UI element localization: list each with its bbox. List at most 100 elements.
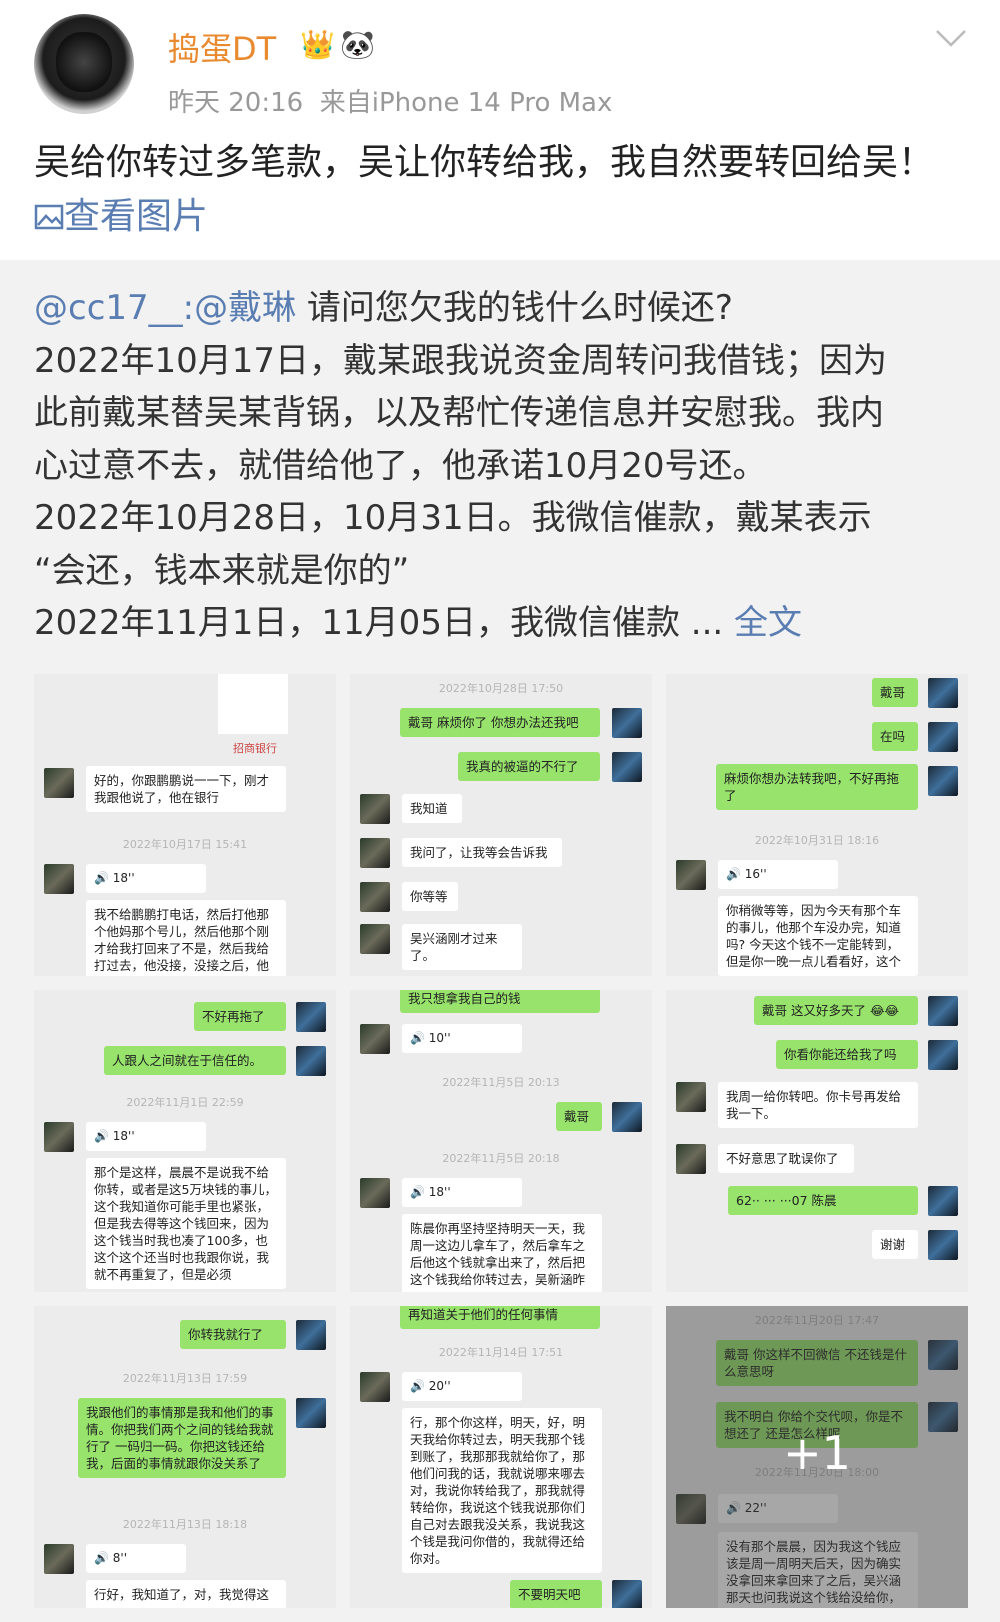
message-bubble: 你等等 xyxy=(402,882,458,911)
view-images-link[interactable]: 查看图片 xyxy=(34,196,208,237)
image-icon xyxy=(34,204,64,230)
bank-label: 招商银行 xyxy=(233,742,277,755)
timestamp: 2022年10月31日 18:16 xyxy=(754,834,880,847)
message-bubble: 在吗 xyxy=(872,722,918,751)
repost-line-6: 2022年11月1日，11月05日，我微信催款 ... xyxy=(34,603,724,643)
crown-icon: 👑 xyxy=(300,28,335,61)
voice-duration: 18'' xyxy=(428,1185,451,1199)
message-bubble: 不好意思了耽误你了 xyxy=(718,1144,854,1173)
repost-text: @cc17__:@戴琳 请问您欠我的钱什么时候还? 2022年10月17日，戴某… xyxy=(34,282,974,650)
receipt-thumbnail xyxy=(218,674,288,734)
message-bubble: 我只想拿我自己的钱 xyxy=(400,990,600,1013)
message-bubble: 你看你能还给我了吗 xyxy=(776,1040,918,1069)
voice-duration: 8'' xyxy=(112,1551,127,1565)
contact-avatar xyxy=(360,1372,390,1402)
message-bubble: 好的，你跟鹏鹏说一一下，刚才我跟他说了，他在银行 xyxy=(86,766,286,812)
chat-image-2[interactable]: 2022年10月28日 17:50 戴哥 麻烦你了 你想办法还我吧 我真的被逼的… xyxy=(350,674,652,976)
voice-duration: 16'' xyxy=(744,867,767,881)
repost-line-3: 心过意不去，就借给他了，他承诺10月20号还。 xyxy=(34,445,767,486)
more-images-count: +1 xyxy=(783,1426,851,1480)
contact-avatar xyxy=(676,860,706,890)
message-bubble: 戴哥 麻烦你了 你想办法还我吧 xyxy=(400,708,600,737)
message-bubble: 我周一给你转吧。你卡号再发给我一下。 xyxy=(718,1082,918,1128)
my-avatar xyxy=(612,708,642,738)
contact-avatar xyxy=(360,1024,390,1054)
chat-image-5[interactable]: 我只想拿我自己的钱 🔊 10'' 2022年11月5日 20:13 戴哥 202… xyxy=(350,990,652,1292)
my-avatar xyxy=(928,1186,958,1216)
timestamp: 2022年11月13日 18:18 xyxy=(122,1518,248,1531)
contact-avatar xyxy=(676,1082,706,1112)
chat-image-3[interactable]: 戴哥 在吗 麻烦你想办法转我吧，不好再拖了 2022年10月31日 18:16 … xyxy=(666,674,968,976)
chat-image-4[interactable]: 不好再拖了 人跟人之间就在于信任的。 2022年11月1日 22:59 🔊 18… xyxy=(34,990,336,1292)
voice-duration: 18'' xyxy=(112,1129,135,1143)
message-bubble: 我知道 xyxy=(402,794,462,823)
my-avatar xyxy=(296,1320,326,1350)
voice-message[interactable]: 🔊 10'' xyxy=(402,1024,522,1053)
post-time: 昨天 20:16 xyxy=(168,88,304,118)
panda-icon: 🐼 xyxy=(340,28,375,61)
voice-duration: 20'' xyxy=(428,1379,451,1393)
message-bubble: 戴哥 这又好多天了 😂😂 xyxy=(754,996,918,1025)
timestamp: 2022年11月5日 20:18 xyxy=(442,1152,560,1165)
contact-avatar xyxy=(44,1122,74,1152)
repost-line-1: 2022年10月17日，戴某跟我说资金周转问我借钱；因为 xyxy=(34,340,888,381)
my-avatar xyxy=(928,996,958,1026)
voice-message[interactable]: 🔊 18'' xyxy=(86,1122,206,1151)
contact-avatar xyxy=(360,1178,390,1208)
my-avatar xyxy=(296,1002,326,1032)
contact-avatar xyxy=(44,864,74,894)
message-bubble: 你转我就行了 xyxy=(180,1320,286,1349)
repost-line-2: 此前戴某替吴某背锅，以及帮忙传递信息并安慰我。我内 xyxy=(34,393,884,433)
message-bubble: 我真的被逼的不行了 xyxy=(458,752,600,781)
post-text: 吴给你转过多笔款，吴让你转给我，我自然要转回给吴！ 查看图片 xyxy=(34,136,974,244)
message-bubble: 不好再拖了 xyxy=(194,1002,286,1031)
message-bubble: 那个是这样，晨晨不是说我不给你转，或者是这5万块钱的事儿，这个我知道你可能手里也… xyxy=(86,1158,286,1289)
voice-duration: 18'' xyxy=(112,871,135,885)
message-bubble: 不要明天吧 xyxy=(510,1580,602,1608)
contact-avatar xyxy=(360,794,390,824)
chevron-down-icon[interactable] xyxy=(934,26,968,50)
message-bubble: 谢谢 xyxy=(872,1230,918,1259)
view-images-label: 查看图片 xyxy=(64,196,209,237)
user-avatar[interactable] xyxy=(34,14,134,114)
voice-message[interactable]: 🔊 16'' xyxy=(718,860,838,889)
voice-message[interactable]: 🔊 20'' xyxy=(402,1372,522,1401)
contact-avatar xyxy=(44,768,74,798)
card-number-bubble: 62·· ··· ···07 陈晨 xyxy=(728,1186,918,1215)
mention-dailin[interactable]: :@戴琳 xyxy=(183,288,296,328)
contact-avatar xyxy=(360,882,390,912)
post-source: 来自iPhone 14 Pro Max xyxy=(319,88,613,118)
voice-message[interactable]: 🔊 8'' xyxy=(86,1544,186,1573)
repost-line-5: “会还，钱本来就是你的” xyxy=(34,550,410,591)
mention-cc17[interactable]: @cc17__ xyxy=(34,288,183,328)
contact-avatar xyxy=(44,1544,74,1574)
timestamp: 2022年11月5日 20:13 xyxy=(442,1076,560,1089)
contact-avatar xyxy=(360,924,390,954)
voice-message[interactable]: 🔊 18'' xyxy=(86,864,206,893)
message-bubble: 人跟人之间就在于信任的。 xyxy=(104,1046,286,1075)
message-bubble: 吴兴涵刚才过来了。 xyxy=(402,924,522,970)
chat-image-8[interactable]: 再知道关于他们的任何事情 2022年11月14日 17:51 🔊 20'' 行，… xyxy=(350,1306,652,1608)
chat-image-9[interactable]: 2022年11月20日 17:47 戴哥 你这样不回微信 不还钱是什么意思呀 我… xyxy=(666,1306,968,1608)
my-avatar xyxy=(928,678,958,708)
chat-image-6[interactable]: 戴哥 这又好多天了 😂😂 你看你能还给我了吗 我周一给你转吧。你卡号再发给我一下… xyxy=(666,990,968,1292)
timestamp: 2022年11月14日 17:51 xyxy=(438,1346,564,1359)
chat-image-1[interactable]: 招商银行 好的，你跟鹏鹏说一一下，刚才我跟他说了，他在银行 2022年10月17… xyxy=(34,674,336,976)
message-bubble: 麻烦你想办法转我吧，不好再拖了 xyxy=(716,764,918,810)
message-bubble: 我不给鹏鹏打电话，然后打他那个他妈那个号儿，然后他那个刚才给我打回来了不是，然后… xyxy=(86,900,286,976)
my-avatar xyxy=(928,766,958,796)
my-avatar xyxy=(928,1040,958,1070)
timestamp: 2022年11月1日 22:59 xyxy=(126,1096,244,1109)
timestamp: 2022年11月13日 17:59 xyxy=(122,1372,248,1385)
repost-line-4: 2022年10月28日，10月31日。我微信催款，戴某表示 xyxy=(34,498,872,538)
my-avatar xyxy=(612,1580,642,1608)
full-text-link[interactable]: 全文 xyxy=(734,603,802,643)
timestamp: 2022年10月17日 15:41 xyxy=(122,838,248,851)
timestamp: 2022年10月28日 17:50 xyxy=(438,682,564,695)
username[interactable]: 捣蛋DT xyxy=(168,24,276,70)
my-avatar xyxy=(612,1102,642,1132)
repost-line-0: 请问您欠我的钱什么时候还? xyxy=(296,288,733,328)
voice-message[interactable]: 🔊 18'' xyxy=(402,1178,522,1207)
my-avatar xyxy=(928,722,958,752)
chat-image-7[interactable]: 你转我就行了 2022年11月13日 17:59 我跟他们的事情那是我和他们的事… xyxy=(34,1306,336,1608)
